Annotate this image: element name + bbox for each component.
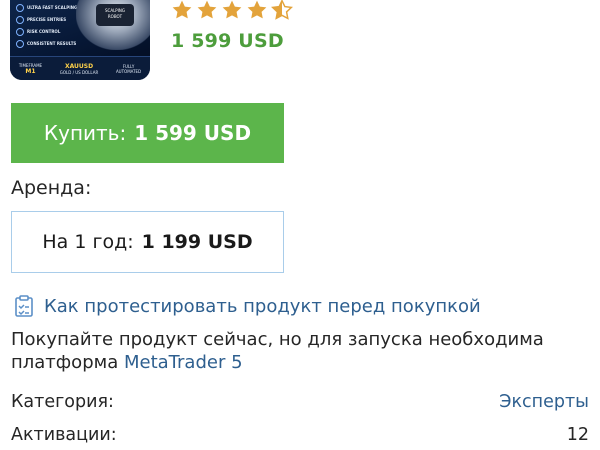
category-link[interactable]: Эксперты [499, 392, 589, 412]
thumb-symbol: XAUUSD GOLD / US DOLLAR [59, 63, 99, 75]
thumb-feature: ULTRA FAST SCALPING [16, 4, 77, 12]
rent-option-label: На 1 год: [42, 231, 134, 253]
activations-value: 12 [566, 425, 589, 445]
thumb-timeframe: TIMEFRAME M1 [18, 63, 43, 75]
test-product-link[interactable]: Как протестировать продукт перед покупко… [14, 294, 481, 318]
product-price: 1 599 USD [171, 30, 284, 52]
activations-label: Активации: [11, 425, 117, 445]
thumb-feature: CONSISTENT RESULTS [16, 40, 76, 48]
star-icon [172, 0, 192, 19]
rating-stars [171, 0, 293, 25]
thumb-info-bar: TIMEFRAME M1 XAUUSD GOLD / US DOLLAR FUL… [10, 56, 150, 80]
platform-notice: Покупайте продукт сейчас, но для запуска… [11, 328, 591, 374]
buy-button-label: Купить: [43, 121, 127, 145]
star-icon [222, 0, 242, 19]
rent-option-1-year[interactable]: На 1 год: 1 199 USD [11, 211, 284, 273]
platform-notice-text: Покупайте продукт сейчас, но для запуска… [11, 329, 544, 373]
rent-option-price: 1 199 USD [141, 231, 253, 253]
product-page: ULTRA FAST SCALPING PRECISE ENTRIES RISK… [0, 0, 600, 450]
robot-badge: SCALPING ROBOT [96, 4, 134, 26]
rent-heading: Аренда: [11, 177, 92, 199]
thumb-feature: RISK CONTROL [16, 28, 60, 36]
category-label: Категория: [11, 392, 114, 412]
half-star-icon [271, 0, 293, 20]
star-icon [197, 0, 217, 19]
category-row: Категория: Эксперты [11, 392, 589, 412]
test-product-link-text: Как протестировать продукт перед покупко… [44, 295, 481, 317]
buy-button-price: 1 599 USD [134, 121, 252, 145]
thumb-automation: FULLY AUTOMATED [115, 64, 142, 74]
buy-button[interactable]: Купить: 1 599 USD [11, 103, 284, 163]
platform-link[interactable]: MetaTrader 5 [124, 352, 243, 373]
activations-row: Активации: 12 [11, 425, 589, 445]
clipboard-icon [15, 295, 33, 317]
star-icon [247, 0, 267, 19]
product-thumbnail[interactable]: ULTRA FAST SCALPING PRECISE ENTRIES RISK… [10, 0, 150, 80]
thumb-feature: PRECISE ENTRIES [16, 16, 66, 24]
